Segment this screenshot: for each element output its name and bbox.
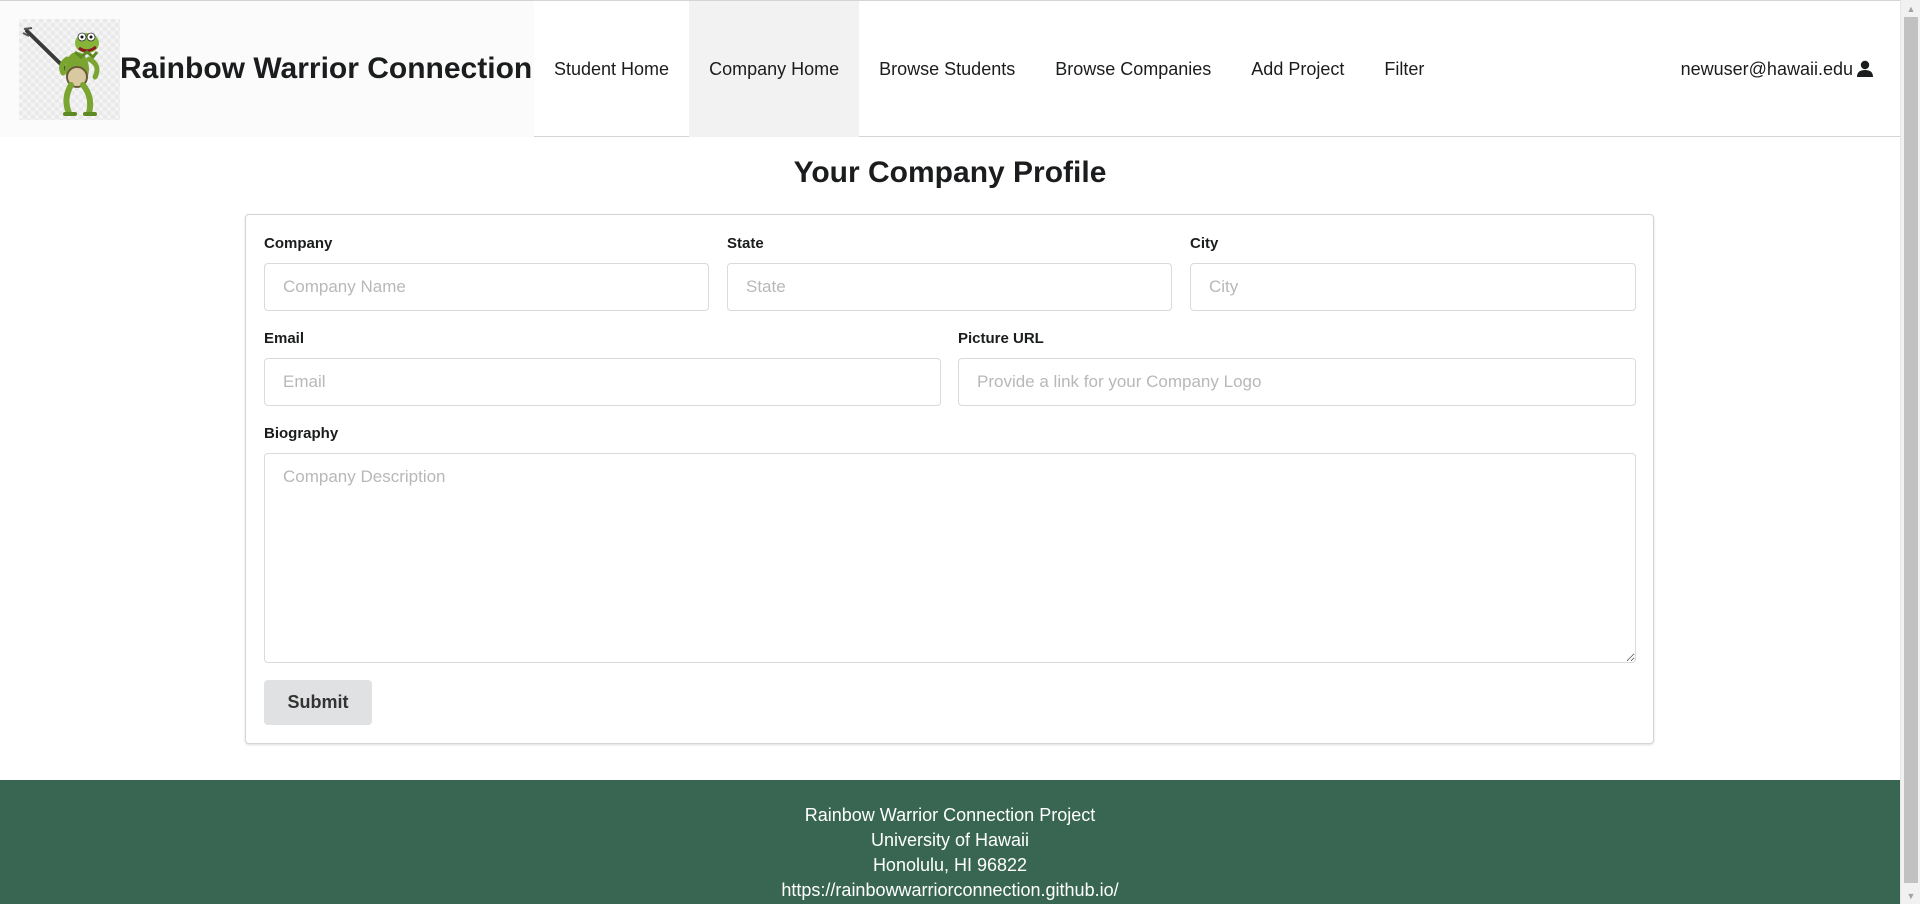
scroll-down-arrow-icon[interactable]: ▼ (1901, 887, 1920, 904)
biography-textarea[interactable] (264, 453, 1636, 663)
biography-label: Biography (264, 425, 339, 442)
footer-project-name: Rainbow Warrior Connection Project (804, 805, 1096, 825)
user-menu[interactable]: newuser@hawaii.edu (1681, 1, 1874, 137)
kermit-banjo-logo (19, 18, 120, 120)
top-navbar: Rainbow Warrior Connection Student Home … (0, 0, 1900, 137)
city-label: City (1190, 235, 1219, 252)
email-input[interactable] (264, 358, 941, 406)
nav-item-company-home[interactable]: Company Home (689, 1, 860, 137)
company-profile-form: Company State City Email Picture URL Bio… (245, 214, 1654, 744)
state-input[interactable] (727, 263, 1172, 311)
footer: Rainbow Warrior Connection Project Unive… (0, 780, 1900, 904)
state-label: State (727, 235, 764, 252)
nav-item-filter[interactable]: Filter (1364, 1, 1444, 137)
scroll-up-arrow-icon[interactable]: ▲ (1901, 0, 1920, 17)
footer-address: Honolulu, HI 96822 (872, 855, 1028, 875)
brand[interactable]: Rainbow Warrior Connection (0, 1, 534, 137)
vertical-scrollbar[interactable]: ▲ ▼ (1900, 0, 1920, 904)
company-name-input[interactable] (264, 263, 709, 311)
picture-url-label: Picture URL (958, 330, 1044, 347)
footer-link[interactable]: https://rainbowwarriorconnection.github.… (0, 878, 1900, 903)
nav-item-browse-students[interactable]: Browse Students (859, 1, 1035, 137)
nav-item-browse-companies[interactable]: Browse Companies (1035, 1, 1231, 137)
email-label: Email (264, 330, 305, 347)
nav-item-add-project[interactable]: Add Project (1231, 1, 1364, 137)
page-title: Your Company Profile (793, 156, 1107, 189)
scrollbar-thumb[interactable] (1904, 17, 1918, 883)
picture-url-input[interactable] (958, 358, 1636, 406)
nav-item-student-home[interactable]: Student Home (534, 1, 689, 137)
submit-button[interactable]: Submit (264, 680, 372, 725)
user-email: newuser@hawaii.edu (1680, 58, 1853, 79)
city-input[interactable] (1190, 263, 1636, 311)
nav-menu: Student Home Company Home Browse Student… (534, 1, 1444, 137)
user-icon (1856, 60, 1874, 78)
brand-title: Rainbow Warrior Connection (120, 52, 533, 85)
footer-university: University of Hawaii (870, 830, 1030, 850)
company-label: Company (264, 235, 333, 252)
page: Rainbow Warrior Connection Student Home … (0, 0, 1900, 904)
